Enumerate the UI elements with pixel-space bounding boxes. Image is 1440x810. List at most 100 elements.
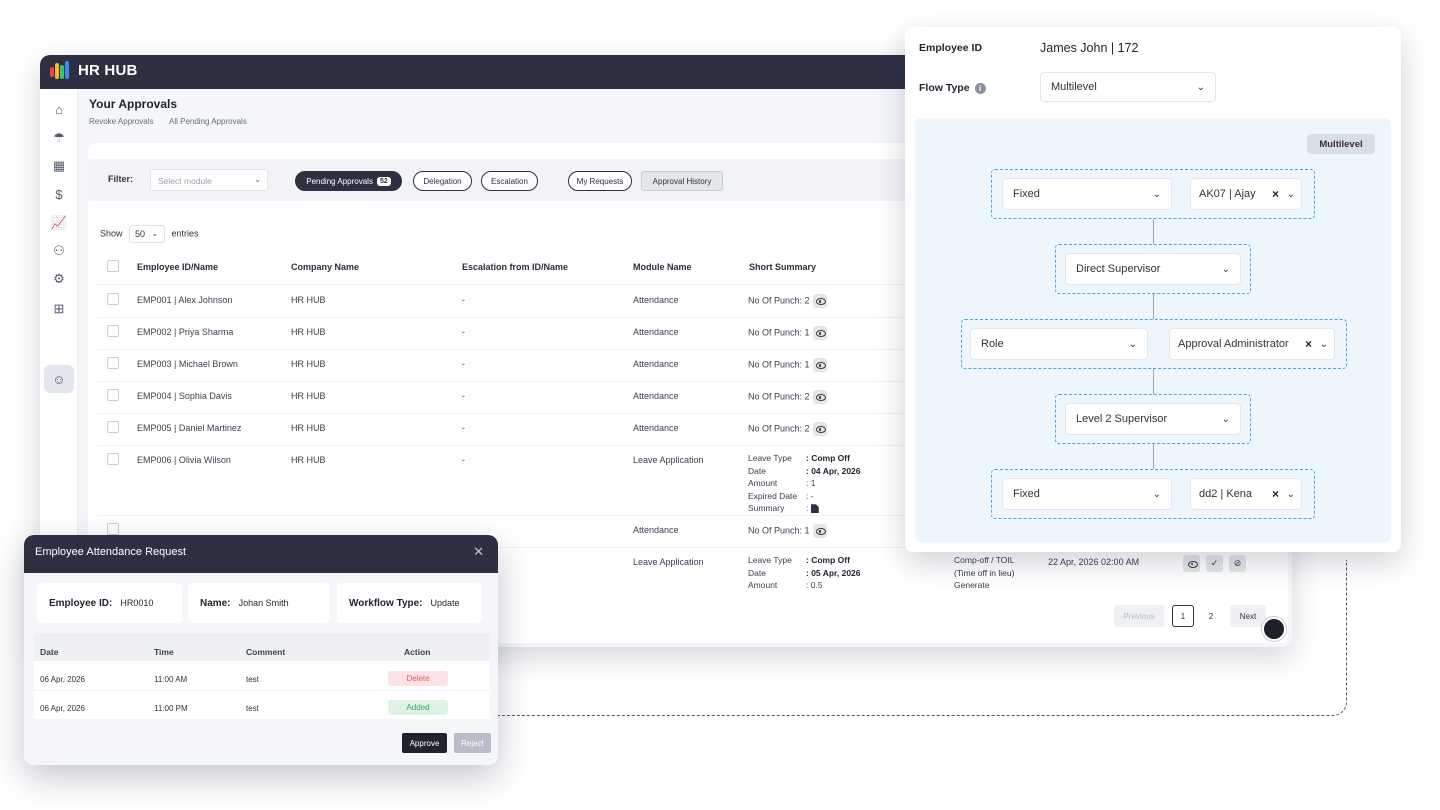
eye-icon[interactable]	[812, 524, 827, 538]
tab-my-requests[interactable]: My Requests	[568, 171, 632, 191]
modal-title: Employee Attendance Request	[35, 546, 187, 558]
escalation-cell: -	[462, 391, 465, 401]
calendar-icon[interactable]: ▦	[49, 156, 69, 176]
col-escalation[interactable]: Escalation from ID/Name	[462, 262, 568, 272]
summary-label: Summary	[748, 503, 785, 513]
filter-label: Filter:	[108, 174, 134, 184]
level-4-type-select[interactable]: Level 2 Supervisor ⌄	[1065, 403, 1241, 435]
close-icon[interactable]: ✕	[473, 544, 484, 560]
settings-icon[interactable]: ⚙	[49, 269, 69, 289]
payroll-icon[interactable]: $	[49, 184, 69, 204]
date-value: : 04 Apr, 2026	[806, 465, 861, 476]
level-1-type-select[interactable]: Fixed ⌄	[1002, 178, 1172, 210]
company-cell: HR HUB	[291, 423, 326, 433]
employee-id-value: HR0010	[120, 598, 154, 608]
eye-icon[interactable]	[812, 326, 827, 340]
eye-icon[interactable]	[812, 294, 827, 308]
col-employee[interactable]: Employee ID/Name	[137, 262, 218, 272]
summary-value: :	[806, 503, 809, 513]
view-button[interactable]	[1183, 555, 1200, 572]
row-checkbox[interactable]	[107, 389, 119, 401]
pagination-previous[interactable]: Previous	[1114, 605, 1164, 627]
modal-header: Employee Attendance Request ✕	[24, 535, 498, 573]
select-all-checkbox[interactable]	[107, 260, 119, 272]
tab-delegation[interactable]: Delegation	[413, 171, 472, 191]
flow-type-value: Multilevel	[1051, 81, 1097, 93]
document-icon[interactable]	[810, 504, 819, 514]
escalation-cell: -	[462, 295, 465, 305]
brand-name: HR HUB	[78, 62, 138, 79]
eye-icon[interactable]	[812, 390, 827, 404]
support-icon[interactable]	[1262, 617, 1286, 641]
clear-icon[interactable]: ×	[1272, 187, 1279, 201]
escalation-cell: -	[462, 455, 465, 465]
request-type-line: Generate	[954, 580, 990, 590]
date-label: Date	[748, 465, 766, 476]
level-3-type-select[interactable]: Role ⌄	[970, 328, 1148, 360]
row-checkbox[interactable]	[107, 293, 119, 305]
grid-icon[interactable]: ⊞	[49, 299, 69, 319]
approve-check-button[interactable]: ✓	[1206, 555, 1223, 572]
date-cell: 06 Apr, 2026	[40, 704, 85, 713]
flow-type-select[interactable]: Multilevel ⌄	[1040, 72, 1216, 102]
chart-icon[interactable]: 📈	[49, 213, 69, 233]
summary-text: No Of Punch: 1	[748, 359, 810, 370]
approve-button[interactable]: Approve	[402, 733, 447, 753]
reject-block-button[interactable]: ⊘	[1229, 555, 1246, 572]
row-checkbox[interactable]	[107, 523, 119, 535]
people-icon[interactable]: ⚇	[49, 241, 69, 261]
row-checkbox[interactable]	[107, 325, 119, 337]
attendance-request-modal: Employee Attendance Request ✕ Employee I…	[24, 535, 498, 765]
row-checkbox[interactable]	[107, 421, 119, 433]
col-company[interactable]: Company Name	[291, 262, 359, 272]
pagination-page-2[interactable]: 2	[1200, 605, 1222, 627]
summary-text: No Of Punch: 1	[748, 327, 810, 338]
module-select-placeholder: Select module	[158, 176, 212, 186]
entries-select[interactable]: 50 ⌄	[129, 225, 166, 243]
tab-escalation[interactable]: Escalation	[481, 171, 538, 191]
summary-values: : Comp Off : 05 Apr, 2026 : 0.5	[806, 554, 861, 592]
level-1-approver-select[interactable]: AK07 | Ajay × ⌄	[1190, 178, 1302, 210]
level-3-approver-select[interactable]: Approval Administrator × ⌄	[1169, 328, 1335, 360]
name-card: Name: Johan Smith	[188, 583, 330, 623]
chevron-down-icon: ⌄	[1221, 263, 1230, 275]
col-comment: Comment	[246, 647, 286, 657]
reject-button[interactable]: Reject	[454, 733, 491, 753]
chevron-down-icon: ⌄	[1196, 81, 1205, 93]
clear-icon[interactable]: ×	[1305, 337, 1312, 351]
eye-icon[interactable]	[812, 358, 827, 372]
date-value: : 05 Apr, 2026	[806, 567, 861, 578]
home-icon[interactable]: ⌂	[49, 99, 69, 119]
level-5-type-select[interactable]: Fixed ⌄	[1002, 478, 1172, 510]
flow-level-4: Level 2 Supervisor ⌄	[1055, 394, 1251, 444]
col-summary[interactable]: Short Summary	[749, 262, 816, 272]
level-3-type-value: Role	[981, 338, 1004, 350]
chevron-down-icon: ⌄	[151, 229, 159, 238]
breadcrumb-pending[interactable]: All Pending Approvals	[169, 117, 247, 126]
col-module[interactable]: Module Name	[633, 262, 692, 272]
info-icon[interactable]: i	[974, 82, 986, 94]
row-checkbox[interactable]	[107, 357, 119, 369]
tab-approval-history[interactable]: Approval History	[641, 171, 723, 191]
show-label: Show	[100, 228, 123, 239]
clear-icon[interactable]: ×	[1272, 487, 1279, 501]
level-5-approver-select[interactable]: dd2 | Kena × ⌄	[1190, 478, 1302, 510]
tab-pending-approvals[interactable]: Pending Approvals 52	[295, 171, 402, 191]
level-2-type-select[interactable]: Direct Supervisor ⌄	[1065, 253, 1241, 285]
module-cell: Leave Application	[633, 455, 704, 465]
pagination-page-1[interactable]: 1	[1172, 605, 1194, 627]
col-date: Date	[40, 647, 59, 657]
workflow-type-label: Workflow Type:	[349, 597, 423, 609]
expired-label: Expired Date	[748, 490, 798, 501]
module-cell: Leave Application	[633, 557, 704, 567]
level-3-approver-value: Approval Administrator	[1178, 338, 1289, 350]
row-checkbox[interactable]	[107, 453, 119, 465]
umbrella-icon[interactable]: ☂	[49, 128, 69, 148]
escalation-cell: -	[462, 423, 465, 433]
col-time: Time	[154, 647, 174, 657]
eye-icon[interactable]	[812, 422, 827, 436]
module-select[interactable]: Select module ⌄	[150, 169, 268, 191]
breadcrumb-revoke[interactable]: Revoke Approvals	[89, 117, 153, 126]
approvals-icon[interactable]: ☺	[49, 369, 69, 389]
pagination-next[interactable]: Next	[1230, 605, 1266, 627]
